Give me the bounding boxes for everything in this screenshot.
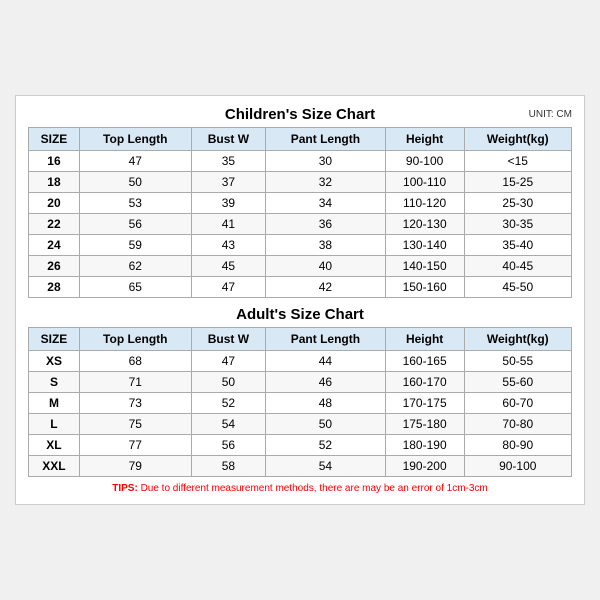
- adults-table: SIZE Top Length Bust W Pant Length Heigh…: [28, 327, 572, 477]
- unit-label: UNIT: CM: [529, 109, 572, 120]
- tips-row: TIPS: Due to different measurement metho…: [28, 483, 572, 494]
- children-header-row: SIZE Top Length Bust W Pant Length Heigh…: [29, 128, 572, 151]
- adults-col-height: Height: [385, 328, 464, 351]
- adults-header-row: SIZE Top Length Bust W Pant Length Heigh…: [29, 328, 572, 351]
- children-col-bust: Bust W: [191, 128, 266, 151]
- table-row: 20533934110-12025-30: [29, 193, 572, 214]
- adults-col-pant: Pant Length: [266, 328, 386, 351]
- adults-title-row: Adult's Size Chart: [28, 306, 572, 323]
- table-row: 28654742150-16045-50: [29, 277, 572, 298]
- adults-col-weight: Weight(kg): [464, 328, 571, 351]
- children-title-row: Children's Size Chart UNIT: CM: [28, 106, 572, 123]
- adults-col-top-length: Top Length: [79, 328, 191, 351]
- children-title: Children's Size Chart: [225, 106, 375, 123]
- children-col-top-length: Top Length: [79, 128, 191, 151]
- children-col-height: Height: [385, 128, 464, 151]
- table-row: XXL795854190-20090-100: [29, 456, 572, 477]
- table-row: XL775652180-19080-90: [29, 435, 572, 456]
- tips-text: Due to different measurement methods, th…: [141, 483, 488, 494]
- tips-label: TIPS:: [112, 483, 138, 494]
- children-col-weight: Weight(kg): [464, 128, 571, 151]
- table-row: 26624540140-15040-45: [29, 256, 572, 277]
- table-row: 22564136120-13030-35: [29, 214, 572, 235]
- chart-container: Children's Size Chart UNIT: CM SIZE Top …: [15, 95, 585, 505]
- table-row: 24594338130-14035-40: [29, 235, 572, 256]
- adults-col-bust: Bust W: [191, 328, 266, 351]
- table-row: L755450175-18070-80: [29, 414, 572, 435]
- children-table: SIZE Top Length Bust W Pant Length Heigh…: [28, 127, 572, 298]
- table-row: 18503732100-11015-25: [29, 172, 572, 193]
- adults-title: Adult's Size Chart: [236, 306, 364, 323]
- children-col-pant: Pant Length: [266, 128, 386, 151]
- table-row: S715046160-17055-60: [29, 372, 572, 393]
- table-row: XS684744160-16550-55: [29, 351, 572, 372]
- adults-col-size: SIZE: [29, 328, 80, 351]
- table-row: 1647353090-100<15: [29, 151, 572, 172]
- table-row: M735248170-17560-70: [29, 393, 572, 414]
- children-col-size: SIZE: [29, 128, 80, 151]
